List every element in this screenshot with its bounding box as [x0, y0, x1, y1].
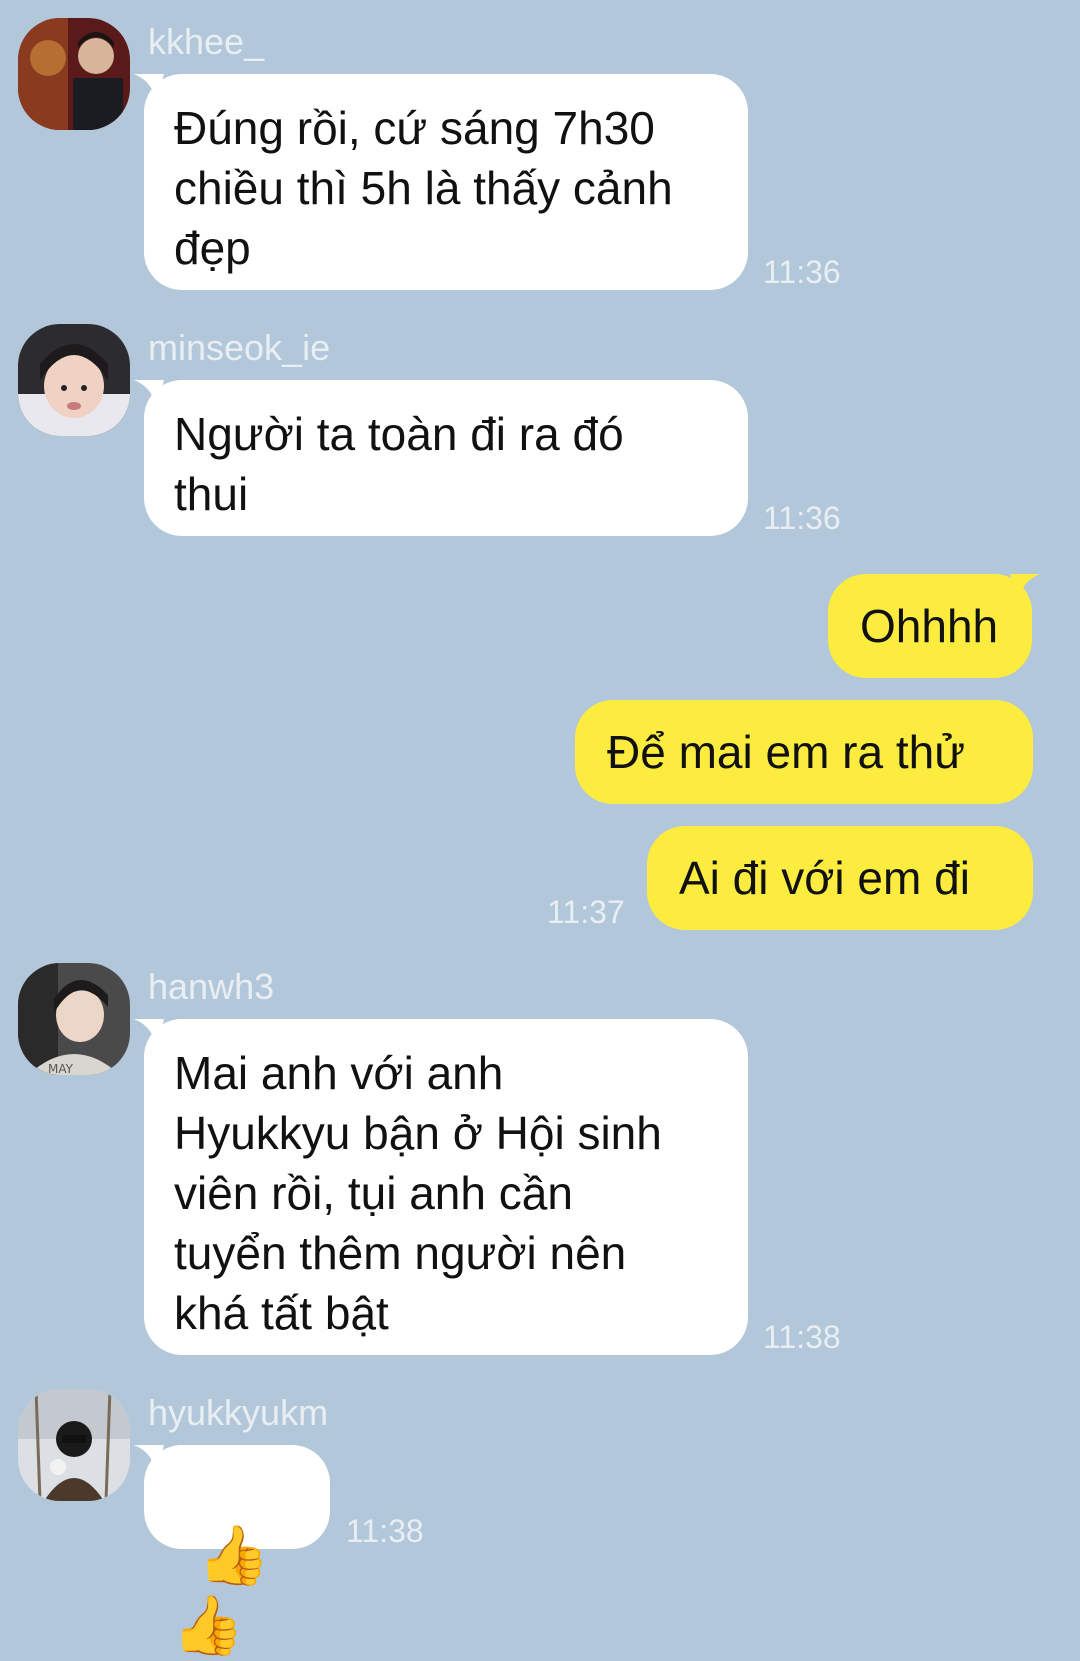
message-time: 11:37	[547, 894, 625, 930]
message-bubble[interactable]: Đúng rồi, cứ sáng 7h30 chiều thì 5h là t…	[144, 74, 748, 290]
avatar-hanwh3[interactable]: MAY	[18, 963, 130, 1075]
message-bubble[interactable]: Mai anh với anh Hyukkyu bận ở Hội sinh v…	[144, 1019, 748, 1355]
message-time: 11:38	[763, 1319, 841, 1355]
message-time: 11:36	[763, 254, 841, 290]
message-bubble[interactable]: 👍👍	[144, 1445, 330, 1658]
svg-text:MAY: MAY	[48, 1062, 74, 1075]
sender-name: kkhee_	[148, 21, 265, 62]
message-time: 11:36	[763, 500, 841, 536]
bubble-tail	[1010, 574, 1040, 604]
message-time: 11:38	[346, 1513, 424, 1549]
sender-name: hyukkyukm	[148, 1392, 329, 1433]
avatar-hyukkyukm[interactable]	[18, 1389, 130, 1501]
message-bubble[interactable]: Người ta toàn đi ra đó thui	[144, 380, 748, 536]
message-bubble-outgoing[interactable]: Ai đi với em đi	[647, 826, 1033, 930]
message-bubble-outgoing[interactable]: Ohhhh	[828, 574, 1032, 678]
avatar-minseok[interactable]	[18, 324, 130, 436]
avatar-kkhee[interactable]	[18, 18, 130, 130]
sender-name: minseok_ie	[148, 327, 331, 368]
sender-name: hanwh3	[148, 966, 275, 1007]
thumbs-up-icon: 👍👍	[172, 1523, 270, 1658]
message-bubble-outgoing[interactable]: Để mai em ra thử	[575, 700, 1033, 804]
